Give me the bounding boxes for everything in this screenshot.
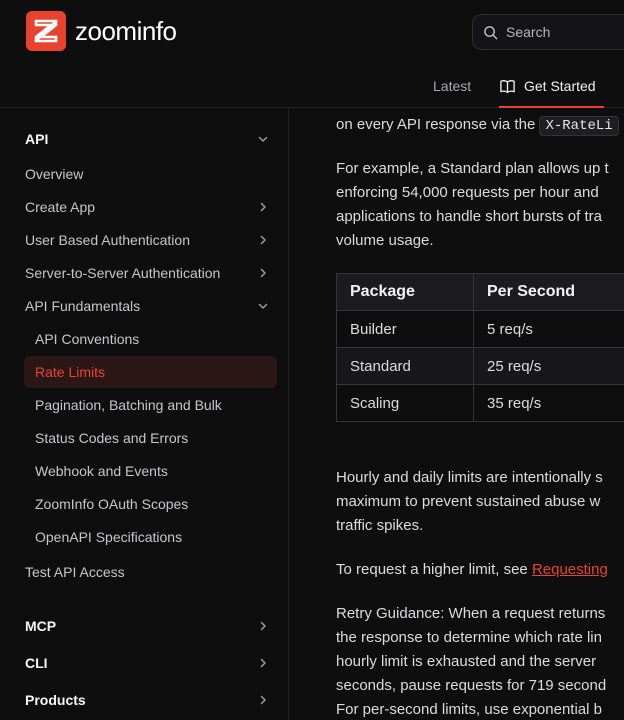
paragraph-line: Retry Guidance: When a request returns xyxy=(336,605,606,622)
active-tab-indicator xyxy=(499,106,604,108)
paragraph-line: volume usage. xyxy=(336,232,434,249)
tab-label: Latest xyxy=(433,78,472,94)
sidebar-item-label: Webhook and Events xyxy=(35,463,168,479)
paragraph-line: maximum to prevent sustained abuse w xyxy=(336,493,601,510)
sidebar-item-label: User Based Authentication xyxy=(25,232,190,248)
sidebar-item-test-api-access[interactable]: Test API Access xyxy=(0,561,289,583)
table-header-cell: Package xyxy=(336,273,474,311)
table-row: Scaling 35 req/s xyxy=(336,384,624,422)
paragraph-line: enforcing 54,000 requests per hour and xyxy=(336,184,599,201)
table-cell: 35 req/s xyxy=(473,384,624,422)
sidebar-section-cli[interactable]: CLI xyxy=(0,652,289,674)
paragraph-line: For example, a Standard plan allows up t xyxy=(336,160,609,177)
zoominfo-logo[interactable]: zoominfo xyxy=(26,11,177,51)
paragraph-request-higher: To request a higher limit, see Requestin… xyxy=(336,558,624,582)
sidebar-section-label: Products xyxy=(25,692,86,708)
search-placeholder: Search xyxy=(506,24,551,40)
sidebar-subitem-api-conventions[interactable]: API Conventions xyxy=(0,328,289,350)
sidebar-section-mcp[interactable]: MCP xyxy=(0,615,289,637)
sidebar-item-label: OpenAPI Specifications xyxy=(35,529,183,545)
sidebar-section-api[interactable]: API xyxy=(0,128,289,150)
paragraph-line: Hourly and daily limits are intentionall… xyxy=(336,469,603,486)
sidebar-subitem-openapi[interactable]: OpenAPI Specifications xyxy=(0,526,289,548)
table-row: Standard 25 req/s xyxy=(336,347,624,385)
search-icon xyxy=(484,25,498,39)
table-cell: Scaling xyxy=(336,384,474,422)
sidebar-section-products[interactable]: Products xyxy=(0,689,289,711)
sidebar-subitem-rate-limits[interactable]: Rate Limits xyxy=(0,361,289,383)
top-header: zoominfo Search Latest Get Started xyxy=(0,0,624,108)
table-cell: Builder xyxy=(336,310,474,348)
rate-limits-table: Package Per Second Builder 5 req/s Stand… xyxy=(336,273,624,422)
sidebar-subitem-status-codes[interactable]: Status Codes and Errors xyxy=(0,427,289,449)
chevron-right-icon xyxy=(260,621,266,631)
chevron-right-icon xyxy=(260,695,266,705)
chevron-right-icon xyxy=(260,235,266,245)
table-cell: Standard xyxy=(336,347,474,385)
search-box[interactable]: Search xyxy=(472,14,624,50)
chevron-down-icon xyxy=(258,136,268,142)
tab-latest[interactable]: Latest xyxy=(433,64,471,108)
chevron-right-icon xyxy=(260,658,266,668)
paragraph-text: on every API response via the xyxy=(336,116,536,133)
sidebar-section-label: API xyxy=(25,131,49,147)
table-cell: 5 req/s xyxy=(473,310,624,348)
sidebar-subitem-oauth-scopes[interactable]: ZoomInfo OAuth Scopes xyxy=(0,493,289,515)
inline-code-header: X-RateLi xyxy=(539,116,619,136)
sidebar-item-label: API Conventions xyxy=(35,331,140,347)
sidebar-item-label: Test API Access xyxy=(25,564,125,580)
tab-get-started[interactable]: Get Started xyxy=(499,64,596,108)
paragraph-line: hourly limit is exhausted and the server xyxy=(336,653,597,670)
sidebar-subitem-webhooks[interactable]: Webhook and Events xyxy=(0,460,289,482)
book-icon xyxy=(500,79,515,93)
sidebar-item-label: ZoomInfo OAuth Scopes xyxy=(35,496,189,512)
sidebar: API Overview Create App User Based Authe… xyxy=(0,108,289,720)
paragraph-line: applications to handle short bursts of t… xyxy=(336,208,602,225)
paragraph-line: seconds, pause requests for 719 second xyxy=(336,677,607,694)
sidebar-section-label: CLI xyxy=(25,655,48,671)
paragraph-example: For example, a Standard plan allows up t… xyxy=(336,157,624,253)
sidebar-section-label: MCP xyxy=(25,618,57,634)
sidebar-item-label: Pagination, Batching and Bulk xyxy=(35,397,222,413)
paragraph-rate-headers: on every API response via the X-RateLi xyxy=(336,113,624,138)
paragraph-retry-guidance: Retry Guidance: When a request returns t… xyxy=(336,602,624,720)
chevron-right-icon xyxy=(260,268,266,278)
sidebar-subitem-pagination[interactable]: Pagination, Batching and Bulk xyxy=(0,394,289,416)
sidebar-item-create-app[interactable]: Create App xyxy=(0,196,289,218)
sidebar-item-overview[interactable]: Overview xyxy=(0,163,289,185)
requesting-link[interactable]: Requesting xyxy=(532,561,608,578)
table-header-cell: Per Second xyxy=(473,273,624,311)
sidebar-item-label: API Fundamentals xyxy=(25,298,141,314)
sidebar-item-api-fundamentals[interactable]: API Fundamentals xyxy=(0,295,289,317)
brand-name: zoominfo xyxy=(75,15,177,46)
chevron-down-icon xyxy=(258,303,268,309)
sidebar-item-label: Status Codes and Errors xyxy=(35,430,189,446)
tab-label: Get Started xyxy=(524,78,596,94)
paragraph-hourly-daily: Hourly and daily limits are intentionall… xyxy=(336,466,624,538)
chevron-right-icon xyxy=(260,202,266,212)
sidebar-item-label: Rate Limits xyxy=(35,364,106,380)
zoominfo-logo-icon xyxy=(26,11,66,51)
sidebar-item-s2s-auth[interactable]: Server-to-Server Authentication xyxy=(0,262,289,284)
table-cell: 25 req/s xyxy=(473,347,624,385)
paragraph-text: To request a higher limit, see xyxy=(336,561,528,578)
main-content: on every API response via the X-RateLi F… xyxy=(289,108,624,720)
sidebar-item-user-auth[interactable]: User Based Authentication xyxy=(0,229,289,251)
paragraph-line: the response to determine which rate lin xyxy=(336,629,602,646)
table-row: Builder 5 req/s xyxy=(336,310,624,348)
sidebar-item-label: Create App xyxy=(25,199,96,215)
sidebar-item-label: Overview xyxy=(25,166,84,182)
paragraph-line: For per-second limits, use exponential b xyxy=(336,701,602,718)
nav-tabs: Latest Get Started xyxy=(0,64,624,108)
sidebar-item-label: Server-to-Server Authentication xyxy=(25,265,221,281)
table-header-row: Package Per Second xyxy=(336,273,624,311)
paragraph-line: traffic spikes. xyxy=(336,517,424,534)
